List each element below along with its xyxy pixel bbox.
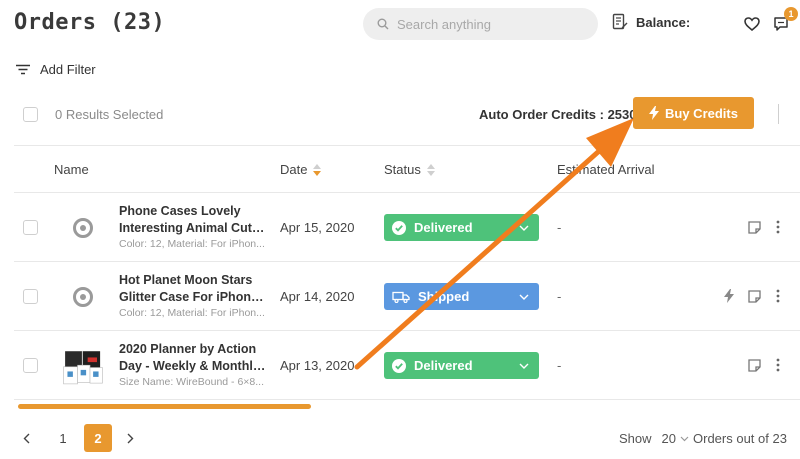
search-box[interactable] [363, 8, 598, 40]
page-header: Orders (23) Balance: 1 [0, 0, 800, 48]
placeholder-image-icon [73, 218, 93, 238]
chevron-down-icon [519, 225, 529, 231]
auto-order-credits: Auto Order Credits : 2530 [479, 107, 637, 122]
note-icon [747, 358, 761, 372]
note-button[interactable] [746, 219, 762, 235]
chevron-down-icon [519, 363, 529, 369]
row-checkbox[interactable] [23, 289, 38, 304]
table-row[interactable]: 2020 Planner by Action Day - Weekly & Mo… [14, 331, 800, 400]
selection-bar: 0 Results Selected Auto Order Credits : … [0, 96, 800, 132]
more-vertical-icon [776, 220, 780, 234]
more-options-button[interactable] [770, 219, 786, 235]
sort-icon[interactable] [426, 163, 435, 176]
estimated-arrival: - [557, 220, 562, 235]
more-options-button[interactable] [770, 288, 786, 304]
product-thumbnail [62, 276, 104, 318]
product-thumbnail [62, 345, 104, 387]
page-2-button[interactable]: 2 [84, 424, 112, 452]
estimated-arrival: - [557, 358, 562, 373]
more-vertical-icon [776, 358, 780, 372]
column-name: Name [54, 162, 89, 177]
chevron-down-icon [519, 294, 529, 300]
search-icon [377, 18, 389, 30]
messages-button[interactable]: 1 [770, 7, 798, 35]
row-checkbox[interactable] [23, 220, 38, 235]
order-date: Apr 14, 2020 [280, 289, 355, 304]
product-thumbnail [62, 207, 104, 249]
note-button[interactable] [746, 288, 762, 304]
buy-credits-label: Buy Credits [665, 105, 738, 121]
planner-product-image [63, 351, 103, 385]
lightning-icon [649, 106, 660, 120]
column-date[interactable]: Date [280, 162, 322, 177]
more-options-button[interactable] [770, 357, 786, 373]
column-status[interactable]: Status [384, 162, 435, 177]
more-vertical-icon [776, 289, 780, 303]
product-variant: Size Name: WireBound - 6×8... [119, 376, 265, 388]
status-label: Shipped [418, 289, 470, 304]
balance[interactable]: Balance: [612, 13, 690, 31]
note-icon [747, 289, 761, 303]
selected-count: 0 Results Selected [55, 107, 164, 122]
status-label: Delivered [414, 220, 473, 235]
product-variant: Color: 12, Material: For iPhon... [119, 238, 265, 250]
page-size-select[interactable]: 20 [662, 431, 676, 446]
product-name[interactable]: 2020 Planner by Action Day - Weekly & Mo… [119, 341, 267, 389]
table-row[interactable]: Hot Planet Moon Stars Glitter Case For i… [14, 262, 800, 331]
status-dropdown[interactable]: Delivered [384, 214, 539, 241]
balance-label: Balance: [636, 14, 691, 30]
status-dropdown[interactable]: Shipped [384, 283, 539, 310]
orders-count-label: Orders out of 23 [693, 431, 787, 446]
check-circle-icon [392, 358, 406, 373]
order-date: Apr 13, 2020 [280, 358, 355, 373]
sort-icon[interactable] [313, 163, 322, 176]
buy-credits-button[interactable]: Buy Credits [633, 97, 754, 129]
horizontal-scrollbar[interactable] [18, 404, 311, 409]
heart-icon [744, 17, 760, 31]
chevron-left-icon [23, 433, 29, 443]
divider [778, 104, 779, 124]
placeholder-image-icon [73, 287, 93, 307]
page-1-button[interactable]: 1 [49, 424, 77, 452]
pagination: 1 2 Show 20 Orders out of 23 [0, 424, 800, 454]
previous-page-button[interactable] [12, 424, 40, 452]
order-date: Apr 15, 2020 [280, 220, 355, 235]
table-row[interactable]: Phone Cases Lovely Interesting Animal Cu… [14, 193, 800, 262]
product-variant: Color: 12, Material: For iPhon... [119, 307, 265, 319]
column-estimated-arrival: Estimated Arrival [557, 162, 655, 177]
page-size-control: Show 20 Orders out of 23 [619, 431, 787, 446]
page-title: Orders (23) [14, 10, 166, 35]
table-header: Name Date Status Estimated Arrival [14, 145, 800, 193]
note-icon [747, 220, 761, 234]
add-filter-label: Add Filter [40, 62, 96, 77]
wishlist-button[interactable] [741, 13, 763, 35]
auto-order-button[interactable] [721, 288, 737, 304]
product-name[interactable]: Phone Cases Lovely Interesting Animal Cu… [119, 203, 267, 251]
row-checkbox[interactable] [23, 358, 38, 373]
status-label: Delivered [414, 358, 473, 373]
notification-badge: 1 [784, 7, 798, 21]
search-input[interactable] [397, 16, 587, 32]
next-page-button[interactable] [116, 424, 144, 452]
check-circle-icon [392, 220, 406, 235]
note-button[interactable] [746, 357, 762, 373]
lightning-icon [724, 289, 734, 303]
show-label: Show [619, 431, 652, 446]
filter-icon [16, 64, 30, 75]
chevron-down-icon[interactable] [680, 436, 689, 442]
select-all-checkbox[interactable] [23, 107, 38, 122]
add-filter-button[interactable]: Add Filter [16, 62, 96, 77]
product-name[interactable]: Hot Planet Moon Stars Glitter Case For i… [119, 272, 267, 320]
document-edit-icon [612, 13, 628, 30]
truck-icon [392, 291, 410, 303]
estimated-arrival: - [557, 289, 562, 304]
status-dropdown[interactable]: Delivered [384, 352, 539, 379]
chevron-right-icon [127, 433, 133, 443]
